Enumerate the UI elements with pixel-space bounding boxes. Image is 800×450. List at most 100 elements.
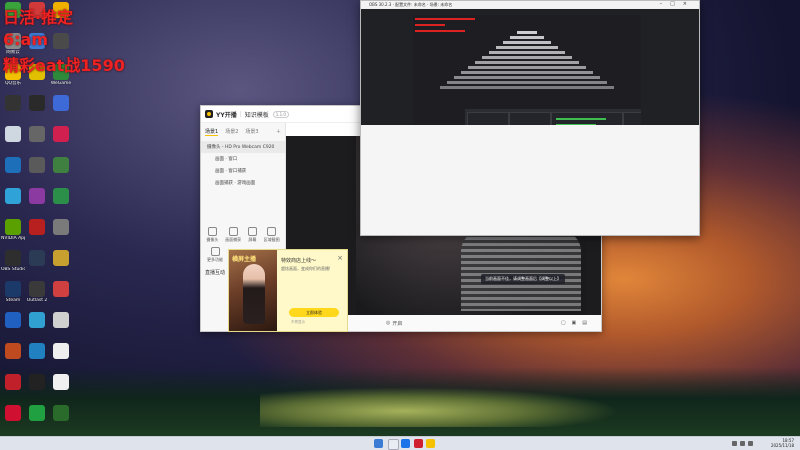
desktop-icon[interactable] [1,188,25,205]
obs-preview[interactable] [361,9,699,129]
promo-image-sign: 横屏主播 [232,256,257,263]
clock[interactable]: 18:57 2025/11/18 [771,438,794,448]
nested-preview-frame [447,81,607,84]
desktop-icon[interactable] [49,312,73,329]
add-scene-icon[interactable]: ＋ [276,128,281,136]
scene-tabs: 场景1 场景2 场景3 ＋ [201,123,285,141]
app-icon [53,374,69,390]
preview-toast: 当前画面不佳，请调整画面后【调整以上】 [481,274,565,284]
promo-popup: 横屏主播 特效商店上线～ 超炫画面，变成你们的直播! 立即体验 不再显示 × [228,249,348,332]
source-item[interactable]: 画面 · 窗口 [201,153,285,165]
desktop-icon-label: Outlast 2 [26,298,48,303]
desktop-icon[interactable] [1,374,25,391]
search-icon[interactable] [388,439,399,450]
desktop-icon[interactable]: Outlast 2 [25,281,49,303]
desktop-icon[interactable] [49,126,73,143]
nested-preview-frame [454,76,600,79]
desktop-icon[interactable] [49,188,73,205]
tool-label: 摄像头 [206,237,219,242]
desktop-icon[interactable]: OBS Studio [1,250,25,272]
desktop-icon[interactable] [25,343,49,360]
tab-scene-1[interactable]: 场景1 [205,128,219,136]
yy-taskbar-icon[interactable] [426,439,435,448]
desktop-icon[interactable] [25,312,49,329]
desktop-icon[interactable] [1,343,25,360]
desktop-icon[interactable] [25,188,49,205]
window-controls[interactable]: –□× [660,1,695,8]
title-divider: | [239,110,242,118]
tool-camera[interactable]: 摄像头 [206,227,218,243]
desktop-icon[interactable] [25,95,49,112]
tool-more[interactable]: 更多功能 [207,247,223,263]
desktop-icon[interactable] [49,219,73,236]
desktop-icon[interactable] [49,405,73,422]
tool-label: 屏幕 [248,237,257,242]
desktop-icon[interactable] [25,219,49,236]
nested-preview-frame [475,61,579,64]
close-icon[interactable]: × [337,254,343,262]
edge-browser-icon[interactable] [401,439,410,448]
desktop-icon[interactable] [25,250,49,267]
nested-preview-frame [482,56,572,59]
source-item[interactable]: 摄像头 - HD Pro Webcam C920 [201,141,285,153]
app-icon [29,374,45,390]
promo-try-button[interactable]: 立即体验 [289,308,339,317]
app-icon [53,405,69,421]
desktop-icon-label: OBS Studio [1,267,25,272]
start-label[interactable]: 开启 [392,320,402,327]
desktop-icon[interactable] [1,157,25,174]
app-icon[interactable] [414,439,423,448]
desktop-icon[interactable] [49,95,73,112]
desktop-icon[interactable]: Steam [1,281,25,303]
obs-titlebar: OBS 30.2.3 · 配置文件: 未命名 · 场景: 未命名 –□× [361,1,699,8]
app-icon [53,157,69,173]
volume-icon[interactable] [748,441,753,446]
desktop-icon-label: WeGame [50,81,72,86]
preview-figure-legs [461,231,581,311]
tool-label: 更多功能 [207,257,223,262]
app-icon [29,250,45,266]
promo-note[interactable]: 不再显示 [291,320,305,325]
tool-screen-capture[interactable]: 画面捕获 [225,227,241,243]
desktop-icon[interactable]: NVIDIA App [1,219,25,241]
app-icon [53,281,69,297]
app-icon [53,33,69,49]
red-overlay-mini [415,30,465,32]
desktop-icon[interactable] [49,250,73,267]
desktop-icon[interactable] [25,374,49,391]
wifi-icon[interactable] [740,441,745,446]
start-icon[interactable]: ◎ [386,320,390,326]
nested-preview-frame [489,51,565,54]
bottom-tools[interactable]: ▢▣▤ [561,320,593,326]
yy-window-title: 知识模板 [244,111,269,119]
tool-region[interactable]: 区域截图 [264,227,280,243]
windows-start-icon[interactable] [374,439,383,448]
overlay-line-1: 日活·推定 [3,8,74,27]
app-icon [5,157,21,173]
camera-icon [207,227,217,236]
tab-scene-2[interactable]: 场景2 [225,128,238,136]
source-item[interactable]: 画面捕获 · 游戏画面 [201,177,285,189]
app-icon [5,374,21,390]
desktop-icon[interactable] [1,126,25,143]
obs-nested-preview [413,15,641,129]
tool-screen[interactable]: 屏幕 [247,227,257,243]
desktop-icon[interactable] [49,281,73,298]
desktop-icon[interactable] [49,33,73,50]
app-icon [53,188,69,204]
desktop-icon[interactable] [49,374,73,391]
tab-scene-3[interactable]: 场景3 [245,128,258,136]
desktop-icon[interactable] [25,405,49,422]
tray-icon[interactable] [732,441,737,446]
desktop-icon[interactable] [25,157,49,174]
desktop-icon[interactable] [1,95,25,112]
desktop-icon[interactable] [25,126,49,143]
source-item[interactable]: 画面 · 窗口捕获 [201,165,285,177]
desktop-icon[interactable] [1,312,25,329]
desktop-icon[interactable] [49,343,73,360]
desktop-icon[interactable] [49,157,73,174]
promo-image: 横屏主播 [229,250,277,331]
yy-app-name: YY开播 [216,111,237,119]
desktop-icon[interactable] [1,405,25,422]
crop-icon [267,227,277,236]
